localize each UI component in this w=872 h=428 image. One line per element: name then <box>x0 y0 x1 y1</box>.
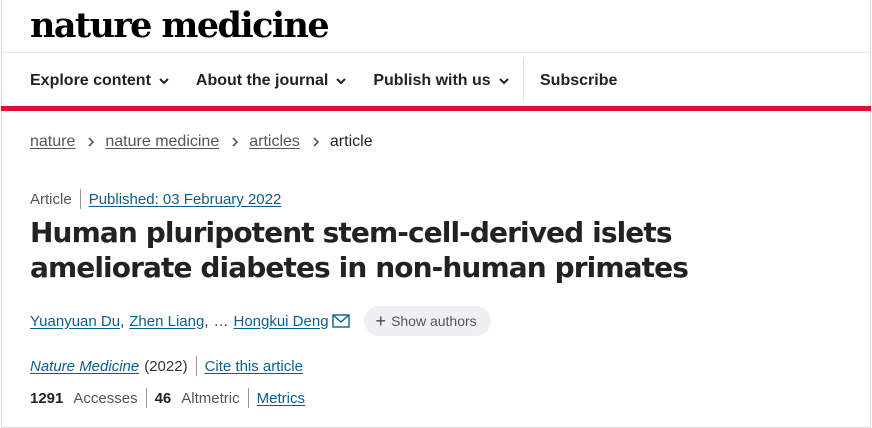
author-ellipsis: … <box>213 312 229 330</box>
citation-row: Nature Medicine (2022) Cite this article <box>30 356 303 376</box>
altmetric-label: Altmetric <box>181 389 240 407</box>
show-authors-label: Show authors <box>391 313 477 329</box>
publication-year: (2022) <box>144 357 188 375</box>
header-divider <box>1 52 871 53</box>
article-meta: Article Published: 03 February 2022 <box>30 189 281 209</box>
nav-publish-with-us-label: Publish with us <box>373 72 491 89</box>
article-title: Human pluripotent stem-cell-derived isle… <box>30 216 689 284</box>
metrics-link[interactable]: Metrics <box>257 390 305 407</box>
mail-icon[interactable] <box>331 314 350 328</box>
author-separator: , <box>120 312 125 330</box>
meta-divider <box>247 388 249 408</box>
chevron-down-icon <box>336 78 347 85</box>
accent-bar <box>1 106 871 111</box>
breadcrumb: nature nature medicine articles article <box>30 133 373 151</box>
accesses-label: Accesses <box>73 389 138 407</box>
author-link[interactable]: Zhen Liang <box>129 313 204 330</box>
nav-explore-content-label: Explore content <box>30 72 151 89</box>
nav-about-the-journal[interactable]: About the journal <box>196 72 347 90</box>
chevron-down-icon <box>159 78 169 85</box>
metrics-row: 1291 Accesses 46 Altmetric Metrics <box>30 388 305 408</box>
main-nav: Explore content About the journal Publis… <box>30 58 617 100</box>
accesses-count: 1291 <box>30 389 64 407</box>
chevron-right-icon <box>313 137 320 147</box>
breadcrumb-nature-medicine[interactable]: nature medicine <box>105 133 219 151</box>
chevron-right-icon <box>88 137 95 147</box>
nav-publish-with-us[interactable]: Publish with us <box>373 72 509 90</box>
journal-link[interactable]: Nature Medicine <box>30 358 139 375</box>
breadcrumb-articles[interactable]: articles <box>249 133 300 151</box>
journal-logo[interactable]: nature medicine <box>30 6 330 46</box>
chevron-down-icon <box>498 78 509 85</box>
plus-icon: + <box>375 311 387 331</box>
breadcrumb-current: article <box>329 133 373 150</box>
meta-divider <box>195 356 197 376</box>
cite-article-link[interactable]: Cite this article <box>205 358 303 375</box>
nav-divider <box>523 58 524 100</box>
author-link[interactable]: Yuanyuan Du <box>30 313 120 330</box>
nav-about-the-journal-label: About the journal <box>195 72 329 89</box>
altmetric-count: 46 <box>154 389 172 407</box>
article-type: Article <box>30 190 72 208</box>
meta-divider <box>79 189 81 209</box>
author-separator: , <box>204 312 209 330</box>
published-date-link[interactable]: Published: 03 February 2022 <box>89 191 282 208</box>
breadcrumb-nature[interactable]: nature <box>30 133 75 151</box>
chevron-right-icon <box>232 137 239 147</box>
author-list: Yuanyuan Du , Zhen Liang , … Hongkui Den… <box>30 306 491 336</box>
meta-divider <box>145 388 147 408</box>
nav-explore-content[interactable]: Explore content <box>30 72 170 90</box>
corresponding-author-link[interactable]: Hongkui Deng <box>233 313 328 330</box>
show-authors-button[interactable]: + Show authors <box>363 306 491 336</box>
subscribe-link[interactable]: Subscribe <box>540 72 617 90</box>
